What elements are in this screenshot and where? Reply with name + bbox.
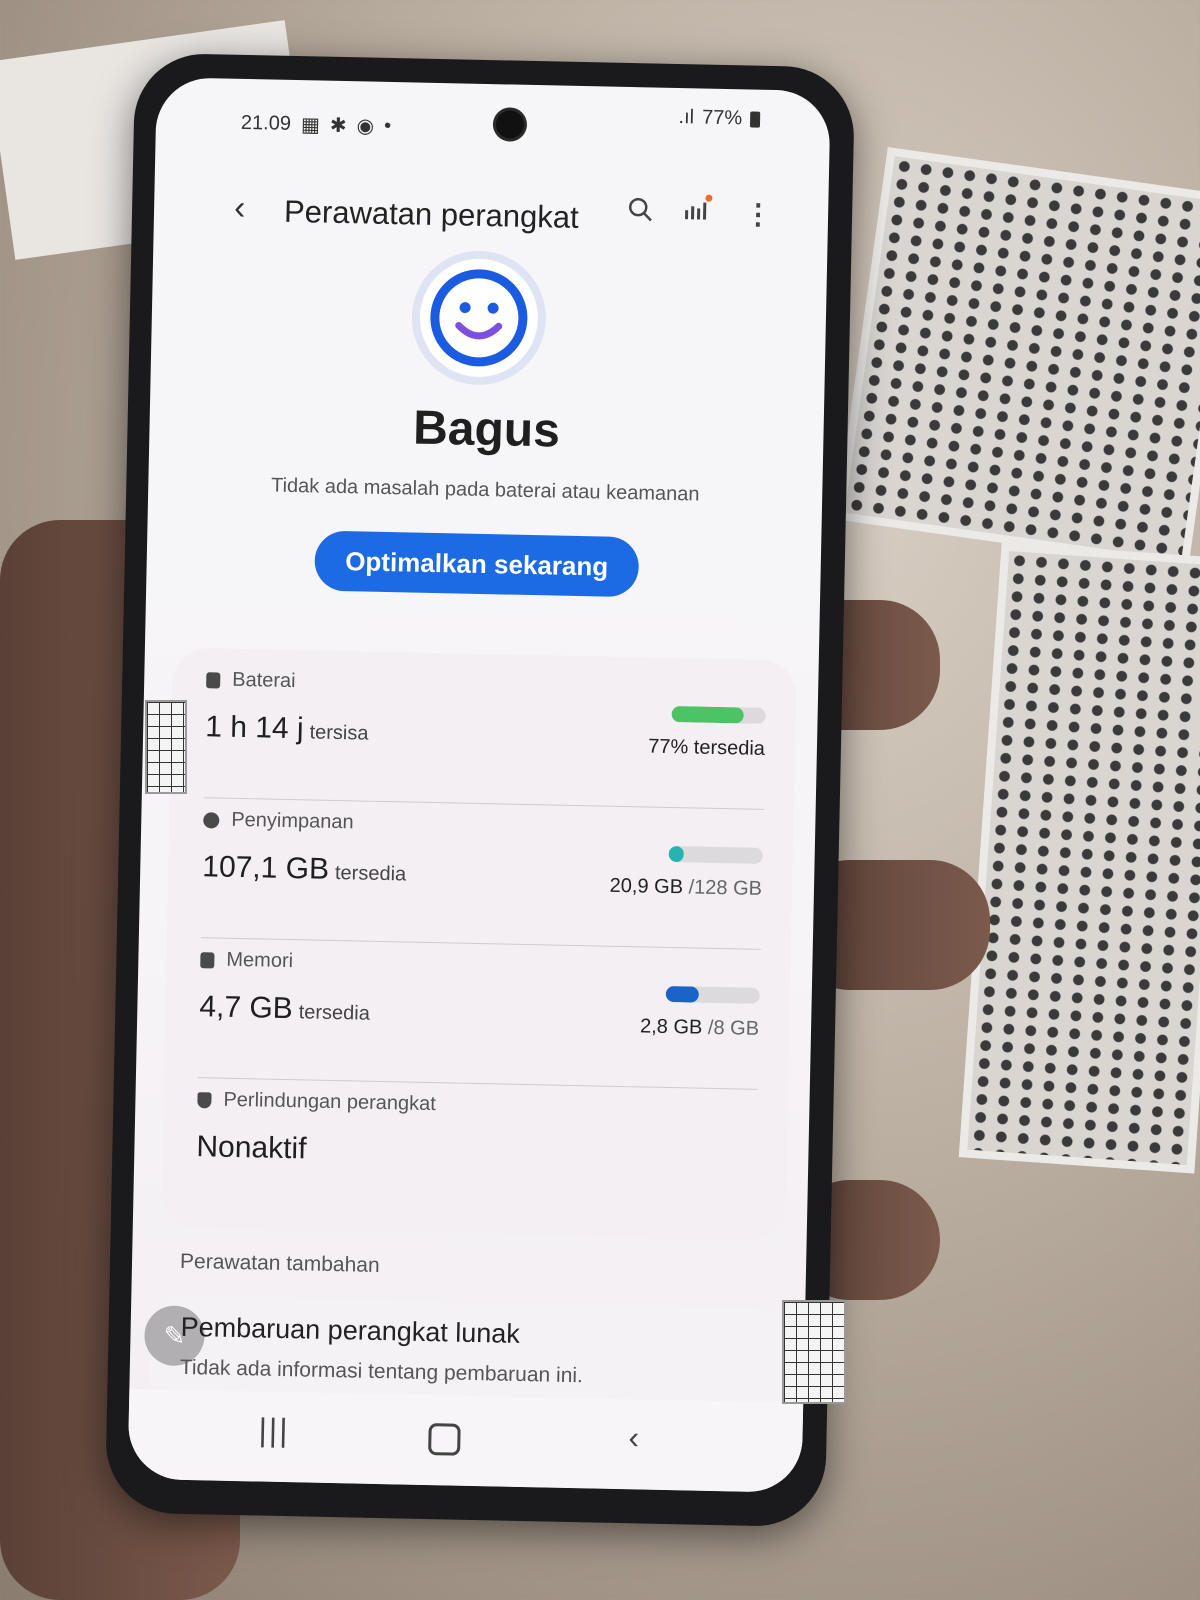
warranty-sticker [782, 1300, 846, 1404]
back-nav-icon[interactable]: ‹ [628, 1419, 639, 1456]
storage-bar [668, 845, 763, 864]
memory-label: Memori [226, 948, 294, 973]
battery-row-head: Baterai [206, 668, 296, 693]
signal-icon: .ıl [678, 106, 695, 129]
memory-value: 4,7 GB [199, 990, 294, 1026]
memory-bar-fill [665, 985, 699, 1003]
storage-used: 20,9 GB [609, 874, 684, 899]
storage-usage: 20,9 GB /128 GB [609, 875, 762, 901]
back-icon[interactable]: ‹ [234, 189, 246, 228]
shield-icon: ◉ [356, 115, 375, 138]
memory-row-head: Memori [200, 948, 293, 973]
storage-unit: tersedia [334, 861, 407, 886]
settings-gear-icon: ✱ [329, 114, 347, 138]
battery-icon [206, 671, 221, 689]
notification-dot [705, 194, 713, 202]
protection-row-head: Perlindungan perangkat [197, 1088, 436, 1116]
battery-bar [671, 705, 766, 724]
storage-pie-icon [203, 811, 220, 829]
status-bar: 21.09 ▦ ✱ ◉ • .ıl 77% [155, 77, 830, 161]
memory-usage: 2,8 GB /8 GB [640, 1015, 759, 1040]
calendar-icon: ▦ [300, 114, 321, 137]
shield-icon [197, 1091, 212, 1108]
status-time: 21.09 [240, 111, 292, 135]
background-pattern-sheet [958, 542, 1200, 1174]
battery-unit: tersisa [309, 721, 369, 745]
protection-value: Nonaktif [196, 1130, 307, 1166]
protection-row[interactable]: Perlindungan perangkat Nonaktif [195, 1078, 758, 1230]
navigation-bar: ||| ‹ [127, 1388, 804, 1493]
status-right: .ıl 77% [678, 106, 761, 131]
home-icon[interactable] [428, 1423, 461, 1456]
chart-icon[interactable] [682, 194, 713, 230]
phone: 21.09 ▦ ✱ ◉ • .ıl 77% ‹ Perawatan perang… [104, 52, 856, 1528]
background-pattern-sheet [835, 147, 1200, 569]
section-label-extra-care: Perawatan tambahan [179, 1249, 380, 1278]
status-description: Tidak ada masalah pada baterai atau keam… [270, 474, 700, 506]
software-update-title: Pembaruan perangkat lunak [180, 1311, 521, 1349]
recent-apps-icon[interactable]: ||| [258, 1412, 290, 1450]
dot-icon: • [383, 114, 392, 137]
battery-label: Baterai [232, 668, 296, 693]
page-title: Perawatan perangkat [283, 193, 580, 235]
storage-value-line: 107,1 GB tersedia [202, 850, 407, 888]
more-options-icon[interactable]: ⋮ [744, 197, 773, 231]
battery-row[interactable]: Baterai 1 h 14 j tersisa 77% tersedia [203, 658, 767, 810]
smiley-icon [418, 257, 540, 379]
protection-label: Perlindungan perangkat [223, 1088, 437, 1116]
warranty-sticker [145, 700, 187, 794]
search-icon[interactable] [626, 195, 655, 231]
memory-chip-icon [200, 951, 215, 968]
device-status: Bagus [412, 401, 561, 458]
memory-total: /8 GB [707, 1016, 760, 1040]
storage-row-head: Penyimpanan [203, 808, 354, 834]
battery-percent: 77% [701, 106, 743, 130]
storage-total: /128 GB [688, 876, 763, 900]
phone-screen: 21.09 ▦ ✱ ◉ • .ıl 77% ‹ Perawatan perang… [127, 77, 831, 1493]
battery-value: 1 h 14 j [204, 710, 305, 746]
storage-value: 107,1 GB [201, 850, 330, 886]
memory-value-line: 4,7 GB tersedia [199, 990, 370, 1028]
status-left: 21.09 ▦ ✱ ◉ • [241, 111, 392, 139]
battery-icon [749, 111, 761, 128]
memory-row[interactable]: Memori 4,7 GB tersedia 2,8 GB /8 GB [197, 938, 761, 1090]
app-bar: ‹ Perawatan perangkat ⋮ [153, 177, 828, 261]
memory-used: 2,8 GB [639, 1015, 703, 1039]
battery-available: 77% tersedia [647, 735, 766, 760]
storage-row[interactable]: Penyimpanan 107,1 GB tersedia 20,9 GB /12… [200, 798, 764, 950]
front-camera [495, 110, 525, 139]
storage-label: Penyimpanan [231, 808, 354, 834]
memory-bar [665, 985, 760, 1004]
memory-unit: tersedia [298, 1001, 371, 1025]
metrics-card: Baterai 1 h 14 j tersisa 77% tersedia Pen… [160, 647, 797, 1241]
battery-bar-fill [671, 705, 745, 724]
battery-value-line: 1 h 14 j tersisa [205, 710, 369, 747]
optimize-now-button[interactable]: Optimalkan sekarang [314, 530, 640, 598]
software-update-subtitle: Tidak ada informasi tentang pembaruan in… [179, 1355, 584, 1388]
storage-bar-fill [668, 845, 685, 863]
